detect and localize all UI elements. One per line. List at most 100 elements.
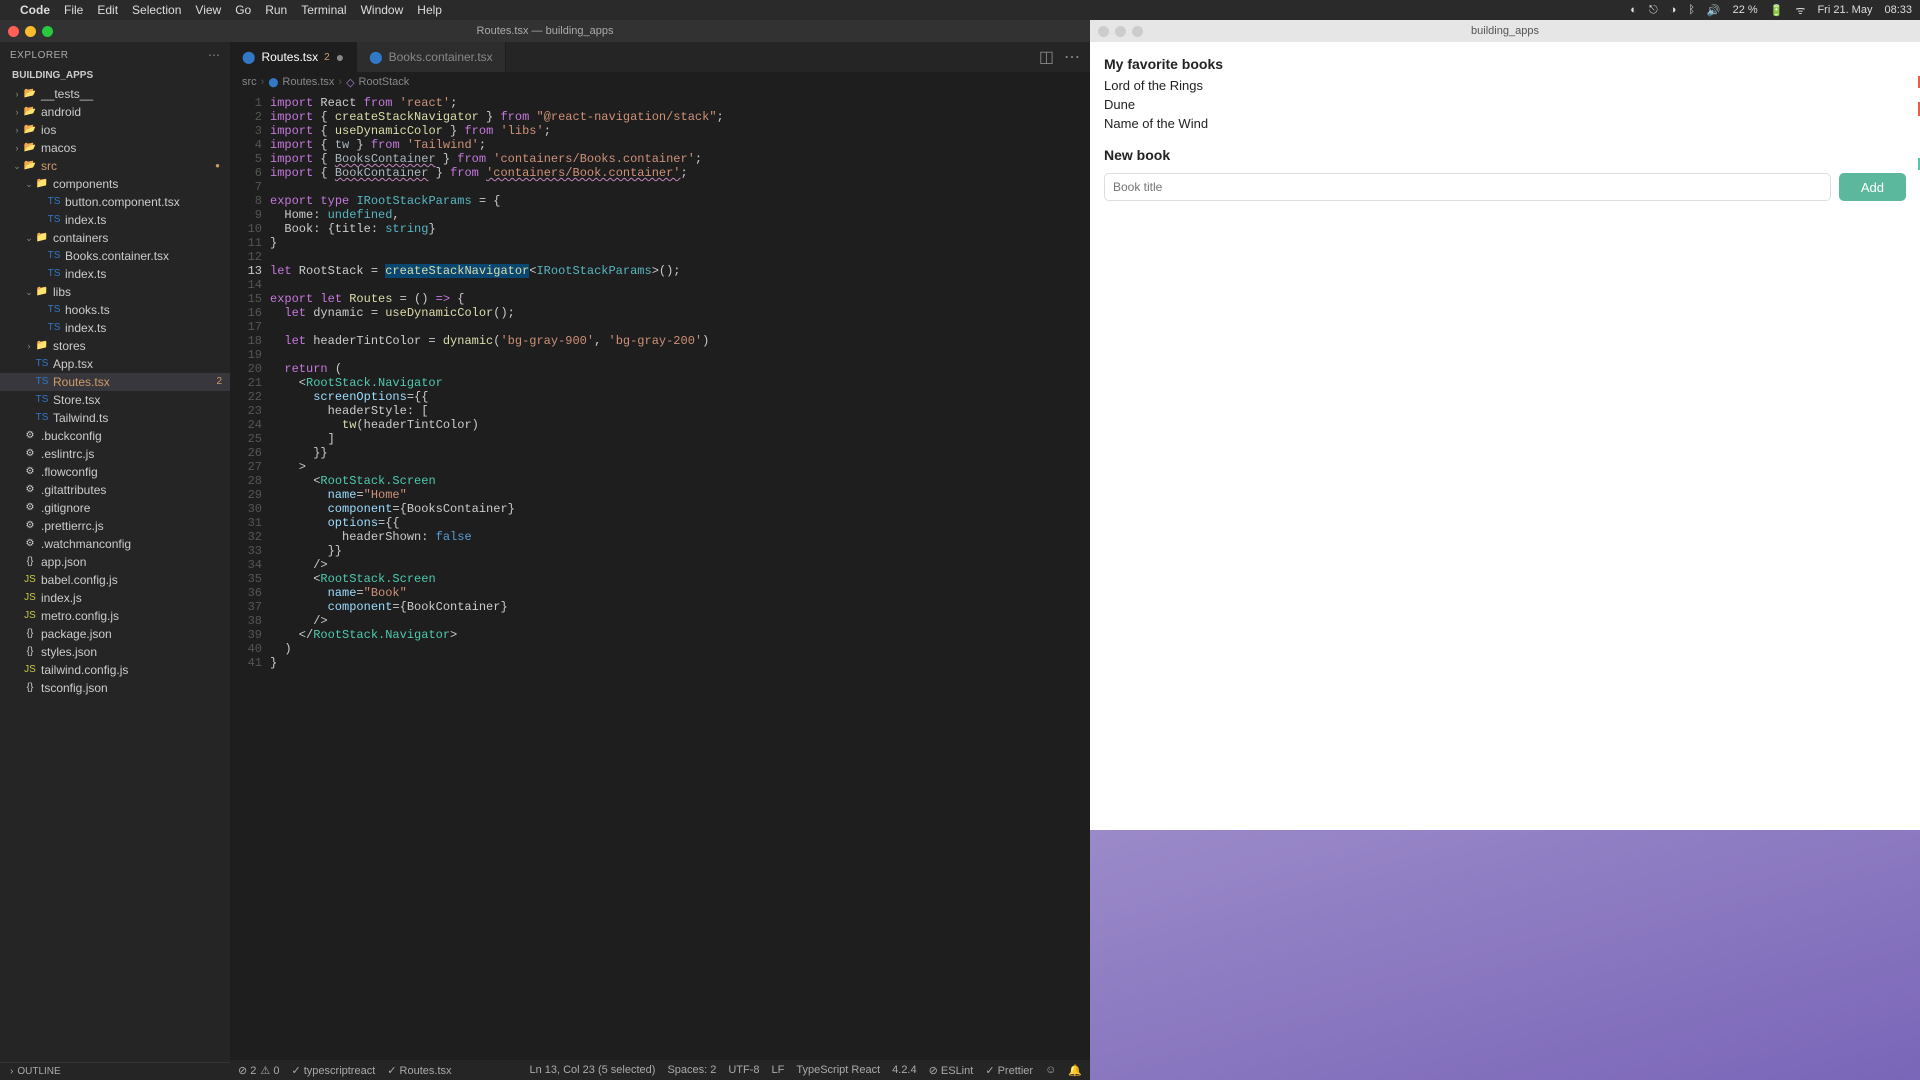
feedback-icon[interactable]: ☺ [1045, 1064, 1056, 1077]
book-item[interactable]: Lord of the Rings [1104, 76, 1906, 95]
tree-item-hooks-ts[interactable]: TShooks.ts [0, 301, 230, 319]
status-encoding[interactable]: UTF-8 [728, 1064, 759, 1077]
status-file[interactable]: ✓ Routes.tsx [387, 1064, 451, 1077]
tree-item-package-json[interactable]: {}package.json [0, 625, 230, 643]
menu-edit[interactable]: Edit [97, 3, 118, 17]
sim-titlebar[interactable]: building_apps [1090, 20, 1920, 42]
file-icon: 📂 [22, 105, 38, 119]
tree-item--prettierrc-js[interactable]: ⚙.prettierrc.js [0, 517, 230, 535]
breadcrumb[interactable]: src › ⬤ Routes.tsx › ◇ RootStack [230, 72, 1090, 92]
status-eol[interactable]: LF [772, 1064, 785, 1077]
cursor-position[interactable]: Ln 13, Col 23 (5 selected) [529, 1064, 655, 1077]
tree-item-babel-config-js[interactable]: JSbabel.config.js [0, 571, 230, 589]
menu-go[interactable]: Go [235, 3, 251, 17]
status-eslint[interactable]: ⊘ ESLint [929, 1064, 974, 1077]
tree-item-components[interactable]: ⌄📁components [0, 175, 230, 193]
chevron-icon: › [12, 86, 22, 102]
tree-item-metro-config-js[interactable]: JSmetro.config.js [0, 607, 230, 625]
tree-item--gitattributes[interactable]: ⚙.gitattributes [0, 481, 230, 499]
menu-help[interactable]: Help [417, 3, 442, 17]
vscode-titlebar[interactable]: Routes.tsx — building_apps [0, 20, 1090, 42]
tree-item-tsconfig-json[interactable]: {}tsconfig.json [0, 679, 230, 697]
menu-selection[interactable]: Selection [132, 3, 181, 17]
tree-item-store-tsx[interactable]: TSStore.tsx [0, 391, 230, 409]
tree-item-styles-json[interactable]: {}styles.json [0, 643, 230, 661]
file-icon: 📂 [22, 87, 38, 101]
tree-item-button-component-tsx[interactable]: TSbutton.component.tsx [0, 193, 230, 211]
file-icon: ⚙ [22, 465, 38, 479]
tree-item-books-container-tsx[interactable]: TSBooks.container.tsx [0, 247, 230, 265]
tree-item-index-ts[interactable]: TSindex.ts [0, 265, 230, 283]
tree-item--gitignore[interactable]: ⚙.gitignore [0, 499, 230, 517]
app-name[interactable]: Code [20, 3, 50, 17]
status-icon[interactable]: ◐ [1630, 4, 1637, 16]
tree-item-containers[interactable]: ⌄📁containers [0, 229, 230, 247]
book-item[interactable]: Dune [1104, 95, 1906, 114]
status-spaces[interactable]: Spaces: 2 [667, 1064, 716, 1077]
book-title-input[interactable] [1104, 173, 1831, 201]
menu-file[interactable]: File [64, 3, 83, 17]
menubar-time[interactable]: 08:33 [1884, 4, 1912, 16]
wifi-icon[interactable]: ᯤ [1795, 3, 1805, 18]
more-icon[interactable]: ⋯ [1064, 47, 1080, 67]
tab-books-container[interactable]: ⬤ Books.container.tsx [357, 42, 506, 72]
tree-item-src[interactable]: ⌄📂src● [0, 157, 230, 175]
zoom-icon[interactable] [1132, 26, 1143, 37]
tree-item-android[interactable]: ›📂android [0, 103, 230, 121]
project-name[interactable]: BUILDING_APPS [0, 68, 230, 85]
tree-item-routes-tsx[interactable]: TSRoutes.tsx2 [0, 373, 230, 391]
breadcrumb-item[interactable]: Routes.tsx [282, 76, 334, 88]
tree-item-macos[interactable]: ›📂macos [0, 139, 230, 157]
book-item[interactable]: Name of the Wind [1104, 114, 1906, 133]
volume-icon[interactable]: 🔊 [1707, 4, 1721, 17]
error-count[interactable]: ⊘ 2 [238, 1064, 256, 1077]
tree-item-index-ts[interactable]: TSindex.ts [0, 319, 230, 337]
close-icon[interactable] [8, 26, 19, 37]
add-button[interactable]: Add [1839, 173, 1906, 201]
minimize-icon[interactable] [25, 26, 36, 37]
breadcrumb-item[interactable]: RootStack [359, 76, 410, 88]
status-lang-mode[interactable]: ✓ typescriptreact [291, 1064, 375, 1077]
bell-icon[interactable]: 🔔 [1068, 1064, 1082, 1077]
status-icon[interactable]: ⎋ [1649, 4, 1658, 17]
zoom-icon[interactable] [42, 26, 53, 37]
breadcrumb-item[interactable]: src [242, 76, 257, 88]
menu-terminal[interactable]: Terminal [301, 3, 346, 17]
battery-percent[interactable]: 22 % [1733, 4, 1758, 16]
file-icon: TS [46, 213, 62, 227]
tree-item--flowconfig[interactable]: ⚙.flowconfig [0, 463, 230, 481]
status-prettier[interactable]: ✓ Prettier [985, 1064, 1033, 1077]
tree-item-tailwind-ts[interactable]: TSTailwind.ts [0, 409, 230, 427]
warning-count[interactable]: ⚠ 0 [260, 1064, 279, 1077]
tree-item--buckconfig[interactable]: ⚙.buckconfig [0, 427, 230, 445]
tree-item-app-json[interactable]: {}app.json [0, 553, 230, 571]
tree-item-tailwind-config-js[interactable]: JStailwind.config.js [0, 661, 230, 679]
chevron-icon: › [12, 122, 22, 138]
menu-view[interactable]: View [195, 3, 221, 17]
more-icon[interactable]: ⋯ [208, 48, 220, 62]
tree-item-app-tsx[interactable]: TSApp.tsx [0, 355, 230, 373]
menu-run[interactable]: Run [265, 3, 287, 17]
battery-icon[interactable]: 🔋 [1770, 4, 1784, 17]
minimize-icon[interactable] [1115, 26, 1126, 37]
menubar-date[interactable]: Fri 21. May [1817, 4, 1872, 16]
tree-item-libs[interactable]: ⌄📁libs [0, 283, 230, 301]
code-editor[interactable]: 1234567891011121314151617181920212223242… [230, 92, 1090, 1060]
tree-item--watchmanconfig[interactable]: ⚙.watchmanconfig [0, 535, 230, 553]
tree-item-index-js[interactable]: JSindex.js [0, 589, 230, 607]
split-editor-icon[interactable]: ◫ [1039, 47, 1054, 67]
status-icon[interactable]: ◑ [1670, 4, 1677, 16]
menu-window[interactable]: Window [361, 3, 404, 17]
outline-section[interactable]: OUTLINE [0, 1062, 230, 1080]
tab-routes[interactable]: ⬤ Routes.tsx 2 ● [230, 42, 357, 72]
status-ts-version[interactable]: 4.2.4 [892, 1064, 916, 1077]
close-icon[interactable] [1098, 26, 1109, 37]
tree-item---tests--[interactable]: ›📂__tests__ [0, 85, 230, 103]
tree-item-stores[interactable]: ›📁stores [0, 337, 230, 355]
bluetooth-icon[interactable]: ᛒ [1688, 4, 1695, 16]
tree-item-index-ts[interactable]: TSindex.ts [0, 211, 230, 229]
statusbar: ⊘ 2 ⚠ 0 ✓ typescriptreact ✓ Routes.tsx L… [230, 1060, 1090, 1080]
status-language[interactable]: TypeScript React [796, 1064, 880, 1077]
tree-item-ios[interactable]: ›📂ios [0, 121, 230, 139]
tree-item--eslintrc-js[interactable]: ⚙.eslintrc.js [0, 445, 230, 463]
